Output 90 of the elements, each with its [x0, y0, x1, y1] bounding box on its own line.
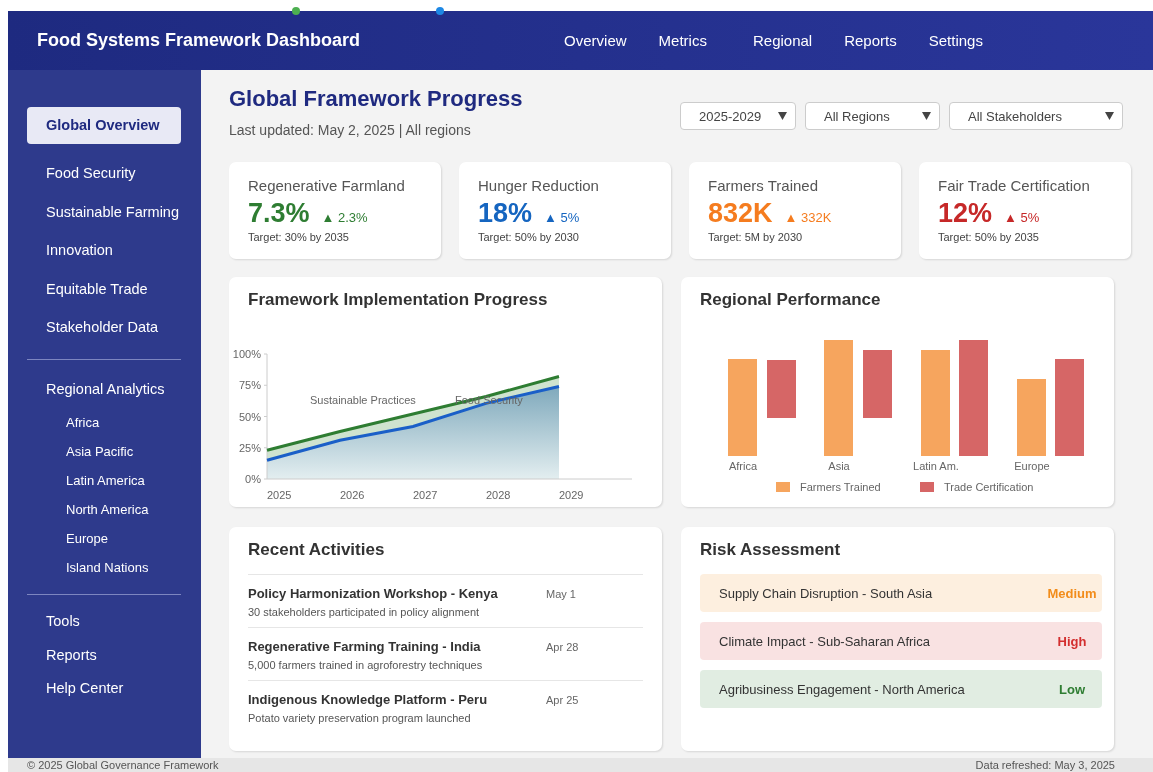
- sidebar-item[interactable]: Reports: [27, 638, 195, 672]
- caret-icon: [922, 112, 931, 120]
- kpi-target: Target: 5M by 2030: [708, 231, 804, 243]
- activity-title: Policy Harmonization Workshop - Kenya: [248, 586, 499, 601]
- sidebar-subitem[interactable]: Africa: [27, 408, 201, 437]
- dot-icon: [292, 7, 300, 15]
- category-label: Europe: [1014, 460, 1050, 472]
- series-label: Food Security: [455, 394, 523, 406]
- kpi-title: Hunger Reduction: [478, 177, 600, 194]
- category-label: Latin Am.: [913, 460, 959, 472]
- sidebar-item[interactable]: Global Overview: [27, 107, 181, 144]
- activity-title: Indigenous Knowledge Platform - Peru: [248, 692, 489, 707]
- sidebar-subitem[interactable]: Asia Pacific: [27, 437, 201, 466]
- risk-label: Climate Impact - Sub-Saharan Africa: [719, 633, 930, 649]
- app-title: Food Systems Framework Dashboard: [37, 30, 361, 51]
- sidebar-item[interactable]: Sustainable Farming: [27, 192, 195, 231]
- kpi-change: ▲ 5%: [1004, 210, 1040, 225]
- kpi-change: ▲ 5%: [544, 210, 580, 225]
- sidebar-item[interactable]: Tools: [27, 605, 195, 639]
- card-title: Framework Implementation Progress: [247, 289, 549, 310]
- bar: [767, 360, 796, 418]
- sidebar-subitem[interactable]: Europe: [27, 524, 201, 553]
- filter-dropdown[interactable]: 2025-2029: [680, 102, 796, 130]
- risk-rating: Medium: [1046, 585, 1098, 601]
- sidebar-item[interactable]: Regional Analytics: [27, 369, 195, 408]
- axis-label: 2027: [413, 489, 438, 501]
- axis-label: 0%: [245, 473, 261, 485]
- kpi-title: Regenerative Farmland: [248, 177, 406, 194]
- nav-link[interactable]: Metrics: [658, 32, 707, 49]
- activity-date: May 1: [546, 587, 576, 601]
- risk-rating: Low: [1058, 681, 1086, 697]
- nav-link[interactable]: Regional: [752, 32, 813, 49]
- sidebar-subitem[interactable]: North America: [27, 495, 201, 524]
- copyright-text: © 2025 Global Governance Framework: [27, 758, 219, 772]
- filter-dropdown[interactable]: All Stakeholders: [949, 102, 1123, 130]
- axis-label: 2026: [340, 489, 365, 501]
- legend-label: Trade Certification: [944, 481, 1034, 493]
- kpi-change: ▲ 332K: [784, 210, 832, 225]
- risk-label: Supply Chain Disruption - South Asia: [719, 585, 933, 601]
- card-title: Recent Activities: [247, 539, 386, 560]
- sidebar-item[interactable]: Equitable Trade: [27, 269, 195, 308]
- kpi-value: 832K: [708, 198, 773, 229]
- axis-label: 2029: [559, 489, 584, 501]
- sidebar-item[interactable]: Innovation: [27, 231, 195, 270]
- kpi-title: Farmers Trained: [708, 177, 820, 194]
- axis-label: 100%: [232, 348, 261, 360]
- activity-description: 30 stakeholders participated in policy alignment: [248, 606, 481, 618]
- filter-dropdown[interactable]: All Regions: [805, 102, 940, 130]
- sidebar-item[interactable]: Help Center: [27, 672, 195, 706]
- sidebar-subitem[interactable]: Latin America: [27, 466, 201, 495]
- legend-label: Farmers Trained: [800, 481, 881, 493]
- card-title: Regional Performance: [699, 289, 882, 310]
- nav-link[interactable]: Settings: [928, 32, 983, 49]
- activity-description: 5,000 farmers trained in agroforestry techniques: [248, 659, 484, 671]
- axis-label: 50%: [238, 410, 261, 423]
- risk-rating: High: [1056, 633, 1088, 649]
- bar: [863, 350, 892, 418]
- activity-title: Regenerative Farming Training - India: [248, 639, 482, 654]
- refresh-text: Data refreshed: May 3, 2025: [975, 758, 1115, 772]
- activity-date: Apr 25: [546, 693, 579, 707]
- axis-label: 25%: [238, 441, 261, 454]
- axis-label: 2025: [267, 489, 292, 501]
- category-label: Asia: [828, 460, 850, 472]
- caret-icon: [1105, 112, 1114, 120]
- kpi-target: Target: 50% by 2035: [938, 231, 1040, 243]
- nav-link[interactable]: Overview: [564, 32, 627, 49]
- kpi-value: 7.3%: [248, 198, 310, 229]
- nav-link[interactable]: Reports: [844, 32, 897, 49]
- sidebar-item[interactable]: Food Security: [27, 154, 195, 193]
- kpi-target: Target: 50% by 2030: [478, 231, 580, 243]
- activity-description: Potato variety preservation program launched: [248, 712, 472, 724]
- page-title: Global Framework Progress: [229, 86, 523, 112]
- tick-mark: [263, 447, 268, 449]
- axis-label: 2028: [486, 489, 511, 501]
- dot-icon: [436, 7, 444, 15]
- risk-label: Agribusiness Engagement - North America: [719, 681, 965, 697]
- kpi-title: Fair Trade Certification: [938, 177, 1091, 194]
- series-label: Sustainable Practices: [310, 394, 416, 406]
- page-subtitle: Last updated: May 2, 2025 | All regions: [229, 122, 472, 138]
- sidebar-subitem[interactable]: Island Nations: [27, 553, 201, 582]
- category-label: Africa: [728, 460, 758, 472]
- activity-date: Apr 28: [546, 640, 579, 654]
- kpi-change: ▲ 2.3%: [321, 210, 368, 225]
- axis-label: 75%: [238, 379, 261, 392]
- kpi-value: 12%: [938, 198, 993, 229]
- kpi-value: 18%: [478, 198, 533, 229]
- kpi-target: Target: 30% by 2035: [248, 231, 350, 243]
- caret-icon: [778, 112, 787, 120]
- card-title: Risk Assessment: [699, 539, 842, 560]
- sidebar-item[interactable]: Stakeholder Data: [27, 308, 195, 347]
